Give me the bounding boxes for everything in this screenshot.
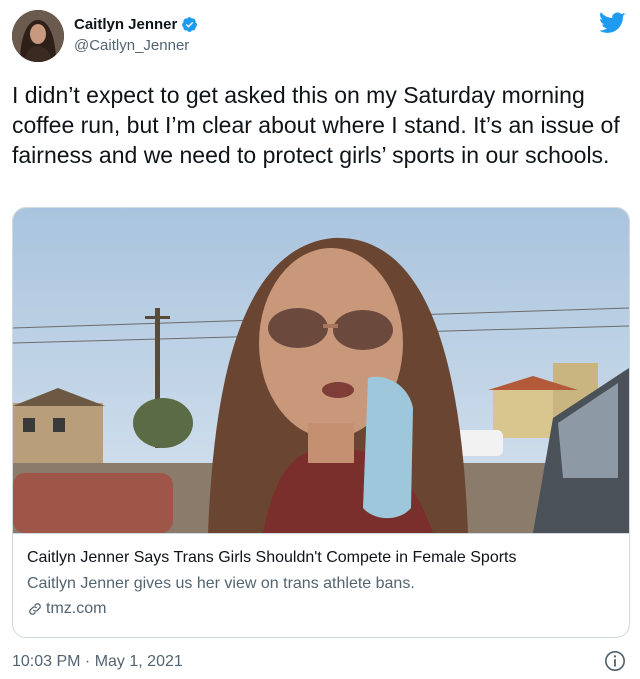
tweet-timestamp[interactable]: 10:03 PM · May 1, 2021 [12, 653, 183, 670]
twitter-bird-icon[interactable] [599, 12, 626, 35]
card-photo [13, 208, 629, 533]
card-title[interactable]: Caitlyn Jenner Says Trans Girls Shouldn'… [27, 548, 615, 568]
tweet-header: Caitlyn Jenner @Caitlyn_Jenner [12, 10, 628, 66]
author-names: Caitlyn Jenner @Caitlyn_Jenner [74, 16, 198, 54]
info-icon[interactable] [604, 650, 626, 672]
card-body[interactable]: Caitlyn Jenner Says Trans Girls Shouldn'… [13, 533, 629, 637]
display-name-row: Caitlyn Jenner [74, 16, 198, 33]
tweet-footer: 10:03 PM · May 1, 2021 [12, 650, 628, 674]
author-handle[interactable]: @Caitlyn_Jenner [74, 37, 198, 54]
card-domain-row[interactable]: tmz.com [27, 600, 615, 618]
verified-badge-icon [182, 17, 198, 32]
tweet-text: I didn’t expect to get asked this on my … [12, 82, 627, 168]
link-icon [29, 603, 41, 615]
card-domain: tmz.com [46, 600, 107, 617]
avatar-photo [12, 10, 64, 62]
card-description: Caitlyn Jenner gives us her view on tran… [27, 575, 415, 592]
link-preview-card[interactable]: Caitlyn Jenner Says Trans Girls Shouldn'… [12, 207, 630, 638]
avatar[interactable] [12, 10, 64, 62]
display-name[interactable]: Caitlyn Jenner [74, 16, 177, 33]
card-image[interactable] [13, 208, 629, 533]
